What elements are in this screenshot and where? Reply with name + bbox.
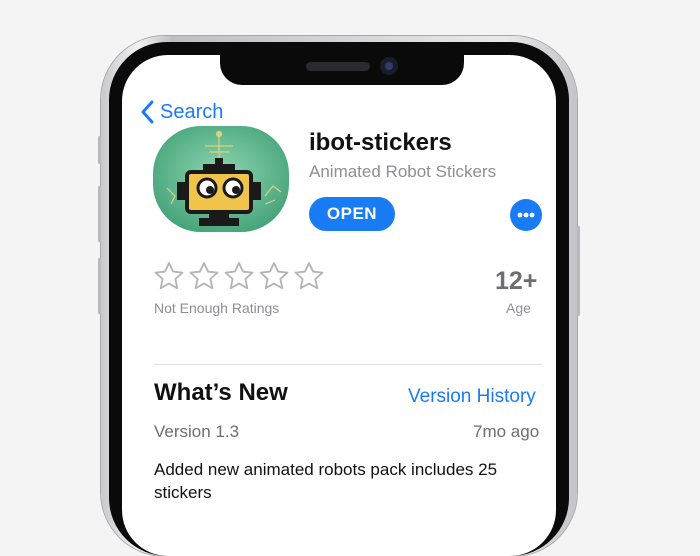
notch — [220, 55, 464, 85]
age-rating-value: 12+ — [495, 267, 538, 295]
star-outline-icon — [189, 262, 219, 290]
whats-new-heading: What’s New — [154, 379, 288, 406]
phone-bezel: Search ibot-stickers Animated Robot Stic… — [109, 42, 569, 556]
chevron-left-icon — [141, 100, 154, 124]
robot-app-icon[interactable] — [153, 126, 289, 232]
release-notes: Added new animated robots pack includes … — [154, 460, 498, 502]
open-button[interactable]: OPEN — [309, 197, 395, 231]
front-camera — [380, 57, 398, 75]
speaker-grille — [306, 62, 370, 71]
power-button — [577, 226, 580, 316]
app-store-screen: Search ibot-stickers Animated Robot Stic… — [122, 55, 556, 556]
app-title: ibot-stickers — [309, 129, 452, 156]
ratings-label: Not Enough Ratings — [154, 300, 280, 316]
ellipsis-icon — [517, 212, 535, 218]
section-divider — [154, 364, 542, 365]
volume-down-button — [98, 258, 101, 314]
star-outline-icon — [259, 262, 289, 290]
more-options-button[interactable] — [510, 199, 542, 231]
volume-up-button — [98, 186, 101, 242]
rating-stars — [153, 261, 325, 291]
star-outline-icon — [224, 262, 254, 290]
version-history-link[interactable]: Version History — [408, 386, 536, 408]
app-subtitle: Animated Robot Stickers — [309, 162, 497, 181]
back-button[interactable]: Search — [140, 100, 223, 124]
release-time-ago: 7mo ago — [473, 422, 540, 441]
back-label: Search — [160, 100, 224, 123]
phone-frame: Search ibot-stickers Animated Robot Stic… — [98, 36, 580, 556]
star-outline-icon — [154, 262, 184, 290]
age-rating-label: Age — [506, 300, 531, 316]
version-number: Version 1.3 — [154, 422, 240, 441]
star-outline-icon — [294, 262, 324, 290]
mute-switch — [98, 136, 101, 164]
